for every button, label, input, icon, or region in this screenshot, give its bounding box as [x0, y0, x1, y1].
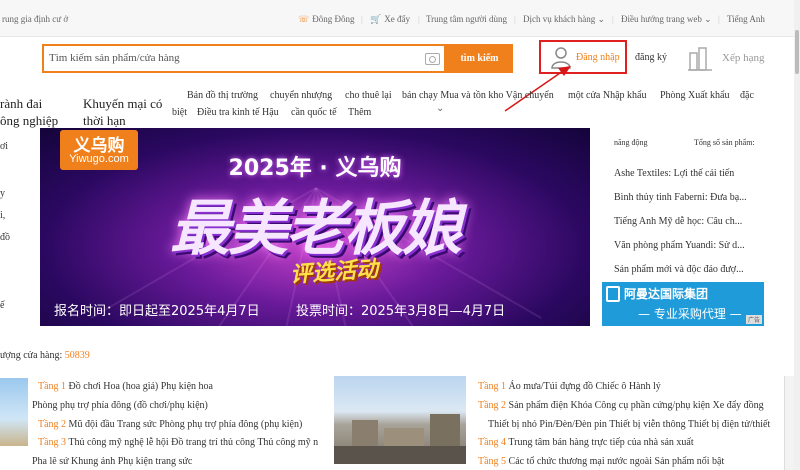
- sidebar-item[interactable]: ơi: [0, 141, 8, 152]
- nav-international[interactable]: cần quốc tế: [291, 107, 337, 118]
- cart-icon: 🛒: [370, 14, 382, 24]
- company-logo-icon: [606, 286, 620, 302]
- sidebar-item[interactable]: đồ: [0, 232, 10, 243]
- phone-icon: ☏: [298, 14, 310, 24]
- nav-export[interactable]: Phòng Xuất khẩu: [660, 90, 729, 101]
- nav-economic-survey[interactable]: Điều tra kinh tế Hậu: [197, 107, 279, 118]
- banner-year: 2025年 · 义乌购: [228, 156, 402, 181]
- floor-row[interactable]: Tầng 2 Mũ đội đầu Trang sức Phòng phụ tr…: [38, 419, 302, 430]
- topbar-link-cart[interactable]: 🛒 Xe đẩy: [370, 14, 410, 25]
- ranking-icon[interactable]: [688, 47, 714, 71]
- news-item[interactable]: Tiếng Anh Mỹ dễ học: Câu ch...: [614, 216, 764, 227]
- news-panel: năng động Tổng số sản phẩm: Ashe Textile…: [602, 128, 764, 328]
- search-button[interactable]: tìm kiếm: [446, 44, 513, 73]
- category-menu-title-2[interactable]: ông nghiệp: [0, 113, 58, 129]
- topbar-location-text: rung gia định cư ở: [2, 14, 69, 24]
- nav-special[interactable]: đặc: [740, 90, 754, 101]
- floor-row[interactable]: Phòng phụ trợ phía đông (đồ chơi/phụ kiệ…: [32, 400, 208, 411]
- hero-banner[interactable]: 义乌购 Yiwugo.com 2025年 · 义乌购 最美老板娘 评选活动 报名…: [40, 128, 590, 326]
- nav-import[interactable]: một cửa Nhập khẩu: [568, 90, 646, 101]
- divider: |: [612, 14, 614, 24]
- tab-product-total[interactable]: Tổng số sản phẩm:: [694, 138, 755, 147]
- divider: |: [514, 14, 516, 24]
- floor-row[interactable]: Tầng 1 Áo mưa/Túi đựng đồ Chiếc ô Hành l…: [478, 381, 661, 392]
- floor-row[interactable]: Tầng 2 Sản phẩm điện Khóa Công cụ phần c…: [478, 400, 764, 411]
- news-item[interactable]: Ashe Textiles: Lợi thế cải tiến: [614, 168, 764, 179]
- nav-transfer[interactable]: chuyển nhượng: [270, 90, 332, 101]
- floor-row[interactable]: Tầng 1 Đồ chơi Hoa (hoa giả) Phụ kiện ho…: [38, 381, 213, 392]
- floor-row[interactable]: Tầng 3 Thủ công mỹ nghệ lễ hội Đồ trang …: [38, 437, 318, 448]
- scrollbar-thumb[interactable]: [795, 30, 799, 74]
- nav-bestsellers[interactable]: bán chạy Mua và tồn kho Vận chuyển: [402, 90, 554, 101]
- user-icon: [551, 47, 571, 69]
- banner-headline: 最美老板娘: [170, 194, 462, 264]
- banner-subtitle: 评选活动: [289, 256, 379, 289]
- news-item[interactable]: Văn phòng phẩm Yuandi: Sử d...: [614, 240, 764, 251]
- carousel-dots[interactable]: [302, 318, 350, 326]
- news-item[interactable]: Sản phẩm mới và độc đáo đượ...: [614, 264, 764, 275]
- register-link[interactable]: đăng ký: [635, 52, 667, 63]
- topbar-link-user-center[interactable]: Trung tâm người dùng: [426, 14, 507, 24]
- login-button[interactable]: Đăng nhập: [539, 40, 627, 74]
- nav-special-2[interactable]: biệt: [172, 107, 187, 118]
- top-bar: rung gia định cư ở ☏ Đông Đông | 🛒 Xe đẩy …: [0, 0, 800, 37]
- market-photo[interactable]: [0, 378, 28, 446]
- nav-market-map[interactable]: Bản đồ thị trường: [187, 90, 258, 101]
- topbar-link-language[interactable]: Tiếng Anh: [727, 14, 765, 24]
- chevron-down-icon[interactable]: ⌄: [436, 103, 444, 114]
- floor-row[interactable]: Thiết bị nhỏ Pin/Đèn/Đèn pin Thiết bị vi…: [488, 419, 770, 430]
- login-label: Đăng nhập: [576, 52, 620, 63]
- camera-icon[interactable]: [425, 53, 440, 65]
- market-photo[interactable]: [334, 376, 466, 464]
- divider: |: [418, 14, 420, 24]
- promo-link-2[interactable]: thời hạn: [83, 113, 126, 129]
- topbar-link-phone[interactable]: ☏ Đông Đông: [298, 14, 355, 25]
- sidebar-item[interactable]: y: [0, 188, 5, 199]
- floor-row[interactable]: Tầng 4 Trung tâm bán hàng trực tiếp của …: [478, 437, 694, 448]
- nav-sublease[interactable]: cho thuê lại: [345, 90, 392, 101]
- floor-row[interactable]: Pha lê sứ Khung ảnh Phụ kiện trang sức: [32, 456, 192, 467]
- ranking-link[interactable]: Xếp hạng: [722, 52, 764, 64]
- floor-row[interactable]: Tầng 5 Các tổ chức thương mại nước ngoài…: [478, 456, 724, 467]
- banner-signup-time: 报名时间：即日起至2025年4月7日: [54, 304, 260, 319]
- sidebar-item[interactable]: i,: [0, 210, 5, 221]
- ad-banner[interactable]: 阿曼达国际集团 — 专业采购代理 — 广告: [602, 282, 764, 326]
- sidebar-item[interactable]: ế: [0, 300, 4, 311]
- topbar-link-customer-service[interactable]: Dịch vụ khách hàng ⌄: [523, 14, 605, 25]
- nav-more[interactable]: Thêm: [348, 107, 371, 118]
- banner-vote-time: 投票时间：2025年3月8日—4月7日: [296, 304, 506, 319]
- store-count: ượng cửa hàng: 50839: [0, 350, 90, 361]
- divider: |: [718, 14, 720, 24]
- topbar-link-site-nav[interactable]: Điều hướng trang web ⌄: [621, 14, 712, 25]
- street-shape: [334, 446, 466, 464]
- search-box: [42, 44, 446, 73]
- ad-label: 广告: [745, 315, 762, 324]
- tab-active[interactable]: năng động: [614, 138, 648, 147]
- divider: |: [361, 14, 363, 24]
- search-input[interactable]: [49, 52, 409, 64]
- news-item[interactable]: Bình thủy tinh Faberni: Đưa bạ...: [614, 192, 764, 203]
- category-menu-title[interactable]: rành đai: [0, 96, 42, 112]
- promo-link[interactable]: Khuyến mại có: [83, 96, 162, 112]
